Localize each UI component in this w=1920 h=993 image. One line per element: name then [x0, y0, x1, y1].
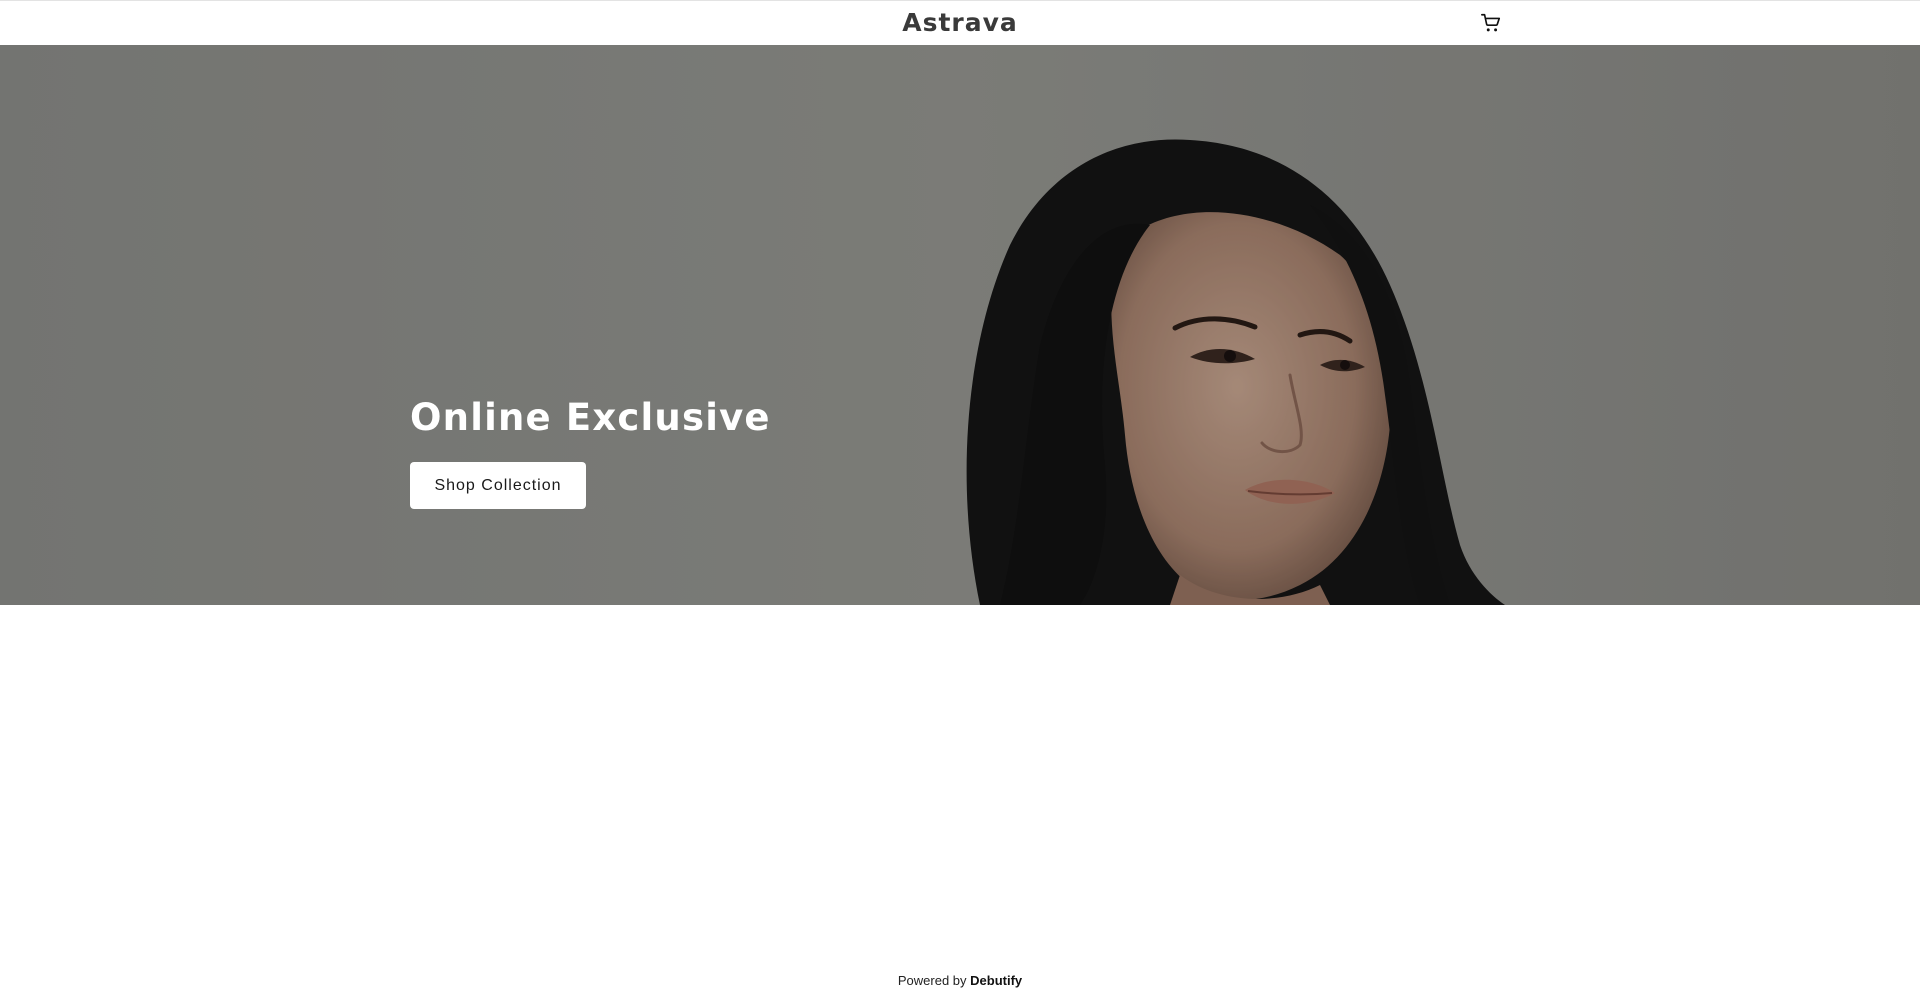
hero-title: Online Exclusive	[410, 396, 771, 439]
logo-link[interactable]: Astrava	[902, 8, 1018, 37]
powered-by-link[interactable]: Debutify	[970, 973, 1022, 988]
cart-icon	[1481, 13, 1501, 32]
hero-banner: Online Exclusive Shop Collection	[0, 45, 1920, 605]
hero-overlay	[0, 45, 1920, 605]
hero-content: Online Exclusive Shop Collection	[410, 395, 771, 509]
shop-collection-button[interactable]: Shop Collection	[410, 462, 586, 509]
store-logo: Astrava	[0, 7, 1920, 39]
powered-by-prefix: Powered by	[897, 973, 967, 988]
cart-button[interactable]	[1478, 10, 1504, 36]
page: Astrava Online Exclusive Shop Collection…	[0, 0, 1920, 993]
site-header: Astrava	[0, 0, 1920, 45]
powered-by: Powered by Debutify	[0, 972, 1920, 990]
